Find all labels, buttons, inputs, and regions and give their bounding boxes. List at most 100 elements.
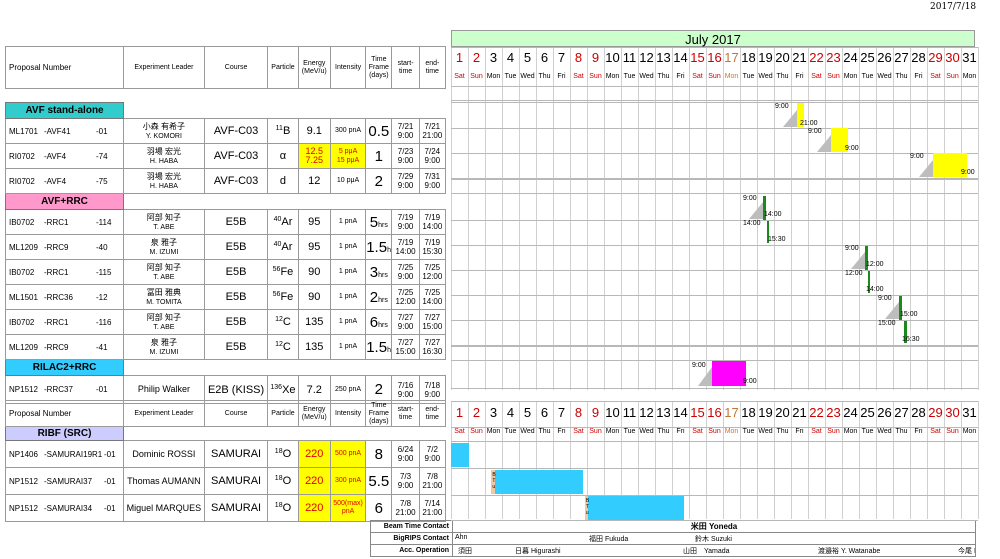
proposal-id: NP1406 — [9, 449, 38, 459]
course: SAMURAI — [203, 494, 269, 522]
col-intensity: Intensity — [329, 400, 367, 427]
proposal-id: ML1209 — [9, 242, 38, 252]
day-number: 24 — [843, 50, 858, 65]
proposal-number: RI0702 -AVF4 -75 — [4, 168, 125, 194]
start-time: 7/25 12:00 — [391, 284, 420, 310]
proposal-id: ML1209 — [9, 342, 38, 352]
start-time: 9:00 — [397, 222, 414, 231]
day-number: 25 — [860, 50, 875, 65]
grid-row-line — [451, 102, 978, 103]
leader-name-en: Thomas AUMANN — [127, 475, 201, 486]
day-weekday: Fri — [795, 73, 804, 80]
proposal-code: -RRC9 — [44, 342, 69, 352]
day-number: 16 — [707, 405, 722, 420]
gantt-time-label: 21:00 — [800, 120, 818, 127]
proposal-number: ML1501 -RRC36 -12 — [4, 284, 125, 310]
timeframe-value: 2 — [369, 288, 379, 306]
section-avfrrc: AVF+RRC — [4, 193, 446, 210]
experiment-leader: Thomas AUMANN — [123, 467, 205, 495]
section-label-avfrrc: AVF+RRC — [4, 193, 125, 210]
gantt-time-label: 9:00 — [961, 169, 975, 176]
end-time: 9:00 — [424, 156, 441, 165]
energy-value: 9.1 — [306, 125, 322, 137]
day-weekday: Sat — [454, 428, 465, 435]
day-weekday: Fri — [676, 428, 685, 435]
day-number: 23 — [826, 405, 841, 420]
timeframe-value: 8 — [374, 445, 383, 463]
start-date: 7/19 — [397, 213, 414, 222]
day-number: 14 — [673, 405, 688, 420]
proposal-number: RI0702 -AVF4 -74 — [4, 143, 125, 169]
experiment-row: IB0702 -RRC1 -115 阿部 知子 T. ABE E5B 56Fe 90 … — [4, 259, 447, 285]
end-date: 7/25 — [424, 263, 441, 272]
proposal-code: -RRC37 — [44, 385, 73, 394]
end-time: 15:30 — [422, 247, 443, 256]
day-number: 20 — [775, 405, 790, 420]
course: SAMURAI — [203, 467, 269, 495]
start-time: 7/27 9:00 — [391, 309, 420, 335]
beam-bar-samurai34 — [588, 496, 685, 520]
grid-row-line — [451, 153, 978, 154]
section-label-avf: AVF stand-alone — [4, 102, 125, 119]
day-weekday: Mon — [962, 428, 977, 435]
start-time: 9:00 — [397, 131, 414, 140]
course: E5B — [203, 234, 269, 260]
timeframe: 6hrs — [365, 309, 393, 335]
proposal-number: NP1512 -SAMURAI37 -01 — [4, 467, 125, 495]
particle-element: O — [282, 448, 292, 460]
start-time: 7/19 14:00 — [391, 234, 420, 260]
end-time: 7/19 15:30 — [418, 234, 447, 260]
start-date: 7/8 — [399, 499, 412, 508]
course-value: E2B (KISS) — [207, 383, 265, 396]
timeframe-value: 3 — [369, 263, 379, 281]
proposal-seq: -41 — [96, 342, 108, 352]
day-number: 3 — [489, 50, 498, 65]
btu-label: B T u — [585, 498, 590, 516]
start-time: 9:00 — [397, 481, 414, 490]
end-date: 7/18 — [424, 380, 441, 390]
day-number: 28 — [911, 50, 926, 65]
day-weekday: Tue — [504, 428, 517, 435]
start-time: 7/27 15:00 — [391, 334, 420, 360]
bigrips-suzuki: 鈴木 Suzuki — [695, 536, 732, 543]
day-number: 4 — [506, 50, 515, 65]
day-weekday: Sun — [946, 73, 959, 80]
leader-name-jp: 阿部 知子 — [146, 262, 182, 272]
energy: 220 — [297, 467, 331, 495]
start-time: 12:00 — [395, 297, 416, 306]
particle-element: C — [282, 316, 291, 328]
proposal-id: IB0702 — [9, 217, 35, 227]
day-number: 3 — [489, 405, 498, 420]
timeframe: 1.5hrs — [365, 334, 393, 360]
timeframe-value: 2 — [374, 172, 383, 190]
day-number: 12 — [639, 405, 654, 420]
intensity: 1 pnA — [329, 234, 367, 260]
experiment-row: ML1209 -RRC9 -41 泉 雅子 M. IZUMI E5B 12C 135 … — [4, 334, 447, 360]
energy-value: 135 — [305, 316, 324, 328]
day-number: 13 — [656, 405, 671, 420]
day-number: 30 — [945, 50, 960, 65]
beam-bar-samurai19 — [451, 443, 469, 467]
proposal-code: -AVF4 — [44, 151, 67, 161]
particle: 40Ar — [267, 209, 299, 235]
proposal-code: -AVF4 — [44, 176, 67, 186]
particle-element: C — [282, 341, 291, 353]
end-time: 14:00 — [422, 222, 443, 231]
end-time: 9:00 — [424, 181, 441, 190]
start-time: 7/21 9:00 — [391, 118, 420, 144]
col-timeframe: Time Frame (days) — [365, 46, 393, 89]
grid-row-line — [451, 520, 978, 521]
timeframe: 2 — [365, 168, 393, 194]
particle-mass: 18 — [274, 502, 283, 509]
col-proposal: Proposal Number — [4, 400, 125, 427]
proposal-id: NP1512 — [9, 385, 38, 394]
intensity-value: 10 pμA — [336, 177, 360, 184]
day-number: 14 — [673, 50, 688, 65]
day-weekday: Sat — [573, 428, 584, 435]
end-time: 7/25 14:00 — [418, 284, 447, 310]
gantt-time-label: 9:00 — [845, 145, 859, 152]
leader-name-jp: 小森 有希子 — [142, 121, 186, 131]
col-start: start-time — [391, 400, 420, 427]
particle: 11B — [267, 118, 299, 144]
proposal-seq: -01 — [104, 449, 116, 459]
